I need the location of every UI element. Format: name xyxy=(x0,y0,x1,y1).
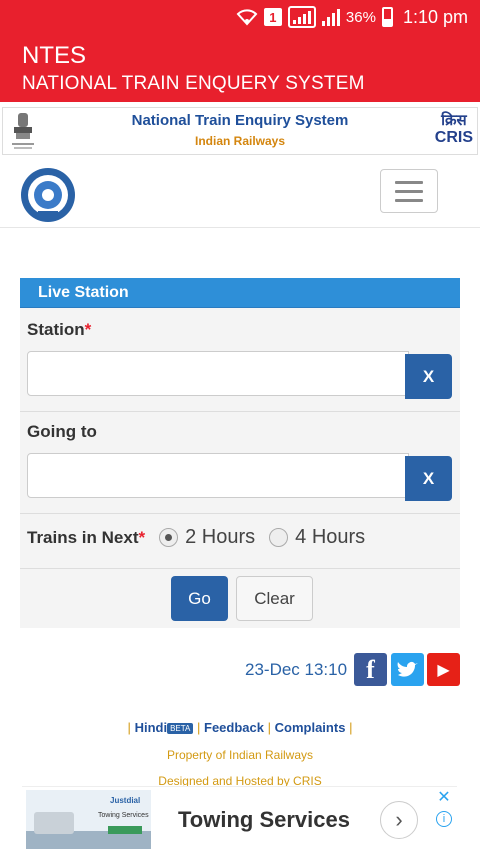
radio-4-hours[interactable]: 4 Hours xyxy=(269,526,365,549)
close-icon[interactable]: ✕ xyxy=(436,790,452,806)
cris-logo-text: CRIS xyxy=(434,129,473,146)
divider xyxy=(20,513,460,514)
going-to-input[interactable] xyxy=(27,453,409,498)
facebook-icon[interactable]: f xyxy=(354,653,387,686)
hamburger-icon xyxy=(395,180,423,184)
ad-brand: Justdial xyxy=(110,796,141,805)
property-text: Property of Indian Railways xyxy=(166,748,314,762)
banner-subtitle: Indian Railways xyxy=(194,134,286,148)
info-icon[interactable]: i xyxy=(436,811,452,827)
required-asterisk: * xyxy=(84,320,92,339)
app-subtitle: NATIONAL TRAIN ENQUERY SYSTEM xyxy=(22,73,365,94)
chevron-right-icon[interactable]: › xyxy=(380,801,418,839)
clock: 1:10 pm xyxy=(402,6,468,27)
signal-icon xyxy=(321,8,340,26)
trains-in-next-label: Trains in Next* xyxy=(27,527,146,547)
hindi-link[interactable]: Hindi xyxy=(135,720,168,735)
radio-selected-icon[interactable] xyxy=(159,528,179,547)
signal-icon xyxy=(287,6,316,28)
station-clear-button[interactable]: X xyxy=(405,354,452,399)
battery-percent: 36% xyxy=(345,8,376,26)
nav-bar xyxy=(0,158,480,228)
live-station-form: Live Station Station* X Going to X Train… xyxy=(20,278,460,628)
ntes-logo-icon[interactable] xyxy=(20,167,76,223)
required-asterisk: * xyxy=(138,527,146,547)
menu-toggle-button[interactable] xyxy=(380,169,438,213)
date-time: 23-Dec 13:10 xyxy=(245,660,348,679)
ad-thumb-text: Towing Services xyxy=(98,812,149,819)
beta-badge: BETA xyxy=(167,723,194,735)
form-heading: Live Station xyxy=(20,278,460,308)
station-label: Station* xyxy=(27,320,92,339)
battery-icon xyxy=(381,7,393,27)
tow-truck-icon xyxy=(34,812,74,834)
station-input[interactable] xyxy=(27,351,409,396)
ad-image[interactable]: Justdial Towing Services xyxy=(26,790,151,849)
radio-2-hours[interactable]: 2 Hours xyxy=(159,526,255,549)
feedback-link[interactable]: Feedback xyxy=(204,720,264,735)
going-to-clear-button[interactable]: X xyxy=(405,456,452,501)
app-title: NTES xyxy=(22,42,87,69)
divider xyxy=(20,568,460,569)
clear-button[interactable]: Clear xyxy=(236,576,313,621)
banner-title: National Train Enquiry System xyxy=(131,112,349,129)
ad-banner[interactable]: Justdial Towing Services Towing Services… xyxy=(22,786,457,851)
sim-icon: 1 xyxy=(263,8,282,26)
go-button[interactable]: Go xyxy=(171,576,228,621)
complaints-link[interactable]: Complaints xyxy=(275,720,346,735)
divider xyxy=(20,411,460,412)
status-bar: 1 36% 1:10 pm xyxy=(0,0,480,34)
trains-in-next-row: Trains in Next* 2 Hours 4 Hours xyxy=(27,526,365,549)
twitter-icon[interactable] xyxy=(391,653,424,686)
cris-logo-hindi: क्रिस xyxy=(441,112,467,129)
site-banner: National Train Enquiry System Indian Rai… xyxy=(2,107,478,155)
radio-unselected-icon[interactable] xyxy=(269,528,289,547)
cris-logo: क्रिस CRIS xyxy=(435,112,473,147)
going-to-label: Going to xyxy=(27,422,97,441)
footer-links: | Hindi BETA | Feedback | Complaints | xyxy=(127,720,353,735)
ad-title[interactable]: Towing Services xyxy=(178,807,350,833)
wifi-icon xyxy=(236,8,258,26)
app-header: NTES NATIONAL TRAIN ENQUERY SYSTEM xyxy=(0,34,480,102)
youtube-icon[interactable]: ▶ xyxy=(427,653,460,686)
